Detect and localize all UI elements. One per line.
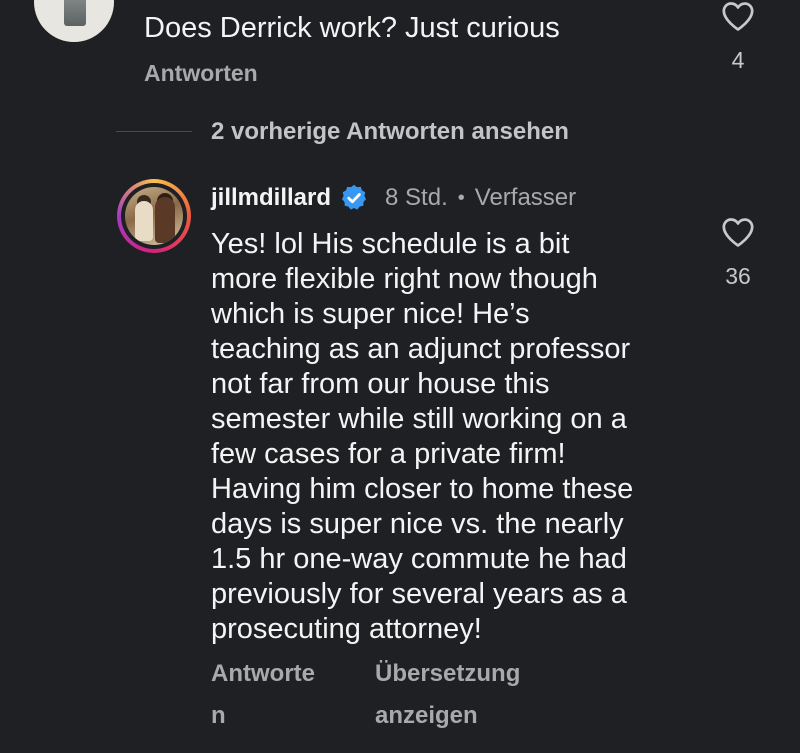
commenter-avatar[interactable] — [34, 0, 114, 42]
meta-separator: • — [457, 186, 465, 209]
verified-badge-icon — [339, 183, 369, 213]
reply-button[interactable]: Antworte n — [211, 653, 315, 737]
translation-label-line1: Übersetzung — [375, 660, 521, 687]
view-previous-replies-button[interactable]: 2 vorherige Antworten ansehen — [211, 118, 569, 146]
like-heart-icon[interactable] — [721, 216, 755, 248]
avatar-person-body — [155, 197, 175, 243]
reply-text-line: previously for several years as a — [211, 578, 627, 610]
avatar-ring-gap — [121, 183, 187, 249]
reply-text-line: 1.5 hr one-way commute he had — [211, 543, 627, 575]
translation-label-line2: anzeigen — [375, 702, 478, 729]
thread-divider — [116, 131, 192, 132]
reply-text-line: few cases for a private firm! — [211, 438, 566, 470]
reply-button-label-line1: Antworte — [211, 660, 315, 687]
reply-text-line: Having him closer to home these — [211, 473, 634, 505]
reply-text: Yes! lol His schedule is a bit more flex… — [211, 227, 701, 647]
reply-button-label-line2: n — [211, 702, 226, 729]
author-label: Verfasser — [474, 184, 577, 211]
reply-button[interactable]: Antworten — [144, 60, 258, 87]
like-count: 36 — [725, 263, 751, 289]
reply-text-line: not far from our house this — [211, 368, 550, 400]
reply-meta: jillmdillard 8 Std. • Verfasser — [211, 181, 576, 215]
reply-text-line: more flexible right now though — [211, 263, 598, 295]
avatar-plant-pot — [64, 0, 86, 26]
timestamp: 8 Std. — [385, 184, 448, 211]
author-avatar[interactable] — [117, 179, 191, 253]
reply-text-line: Yes! lol His schedule is a bit — [211, 228, 570, 260]
avatar-person-body — [135, 201, 153, 241]
reply-text-line: teaching as an adjunct professor — [211, 333, 631, 365]
avatar-photo — [125, 187, 183, 245]
username-link[interactable]: jillmdillard — [211, 184, 331, 212]
reply-text-line: which is super nice! He’s — [211, 298, 530, 330]
reply-text-line: prosecuting attorney! — [211, 613, 482, 645]
comment-text: Does Derrick work? Just curious — [144, 12, 560, 44]
reply-text-line: days is super nice vs. the nearly — [211, 508, 624, 540]
show-translation-button[interactable]: Übersetzung anzeigen — [375, 653, 520, 737]
like-count: 4 — [731, 47, 745, 73]
like-heart-icon[interactable] — [721, 0, 755, 32]
reply-text-line: semester while still working on a — [211, 403, 627, 435]
comments-thread: Does Derrick work? Just curious Antworte… — [0, 0, 800, 753]
